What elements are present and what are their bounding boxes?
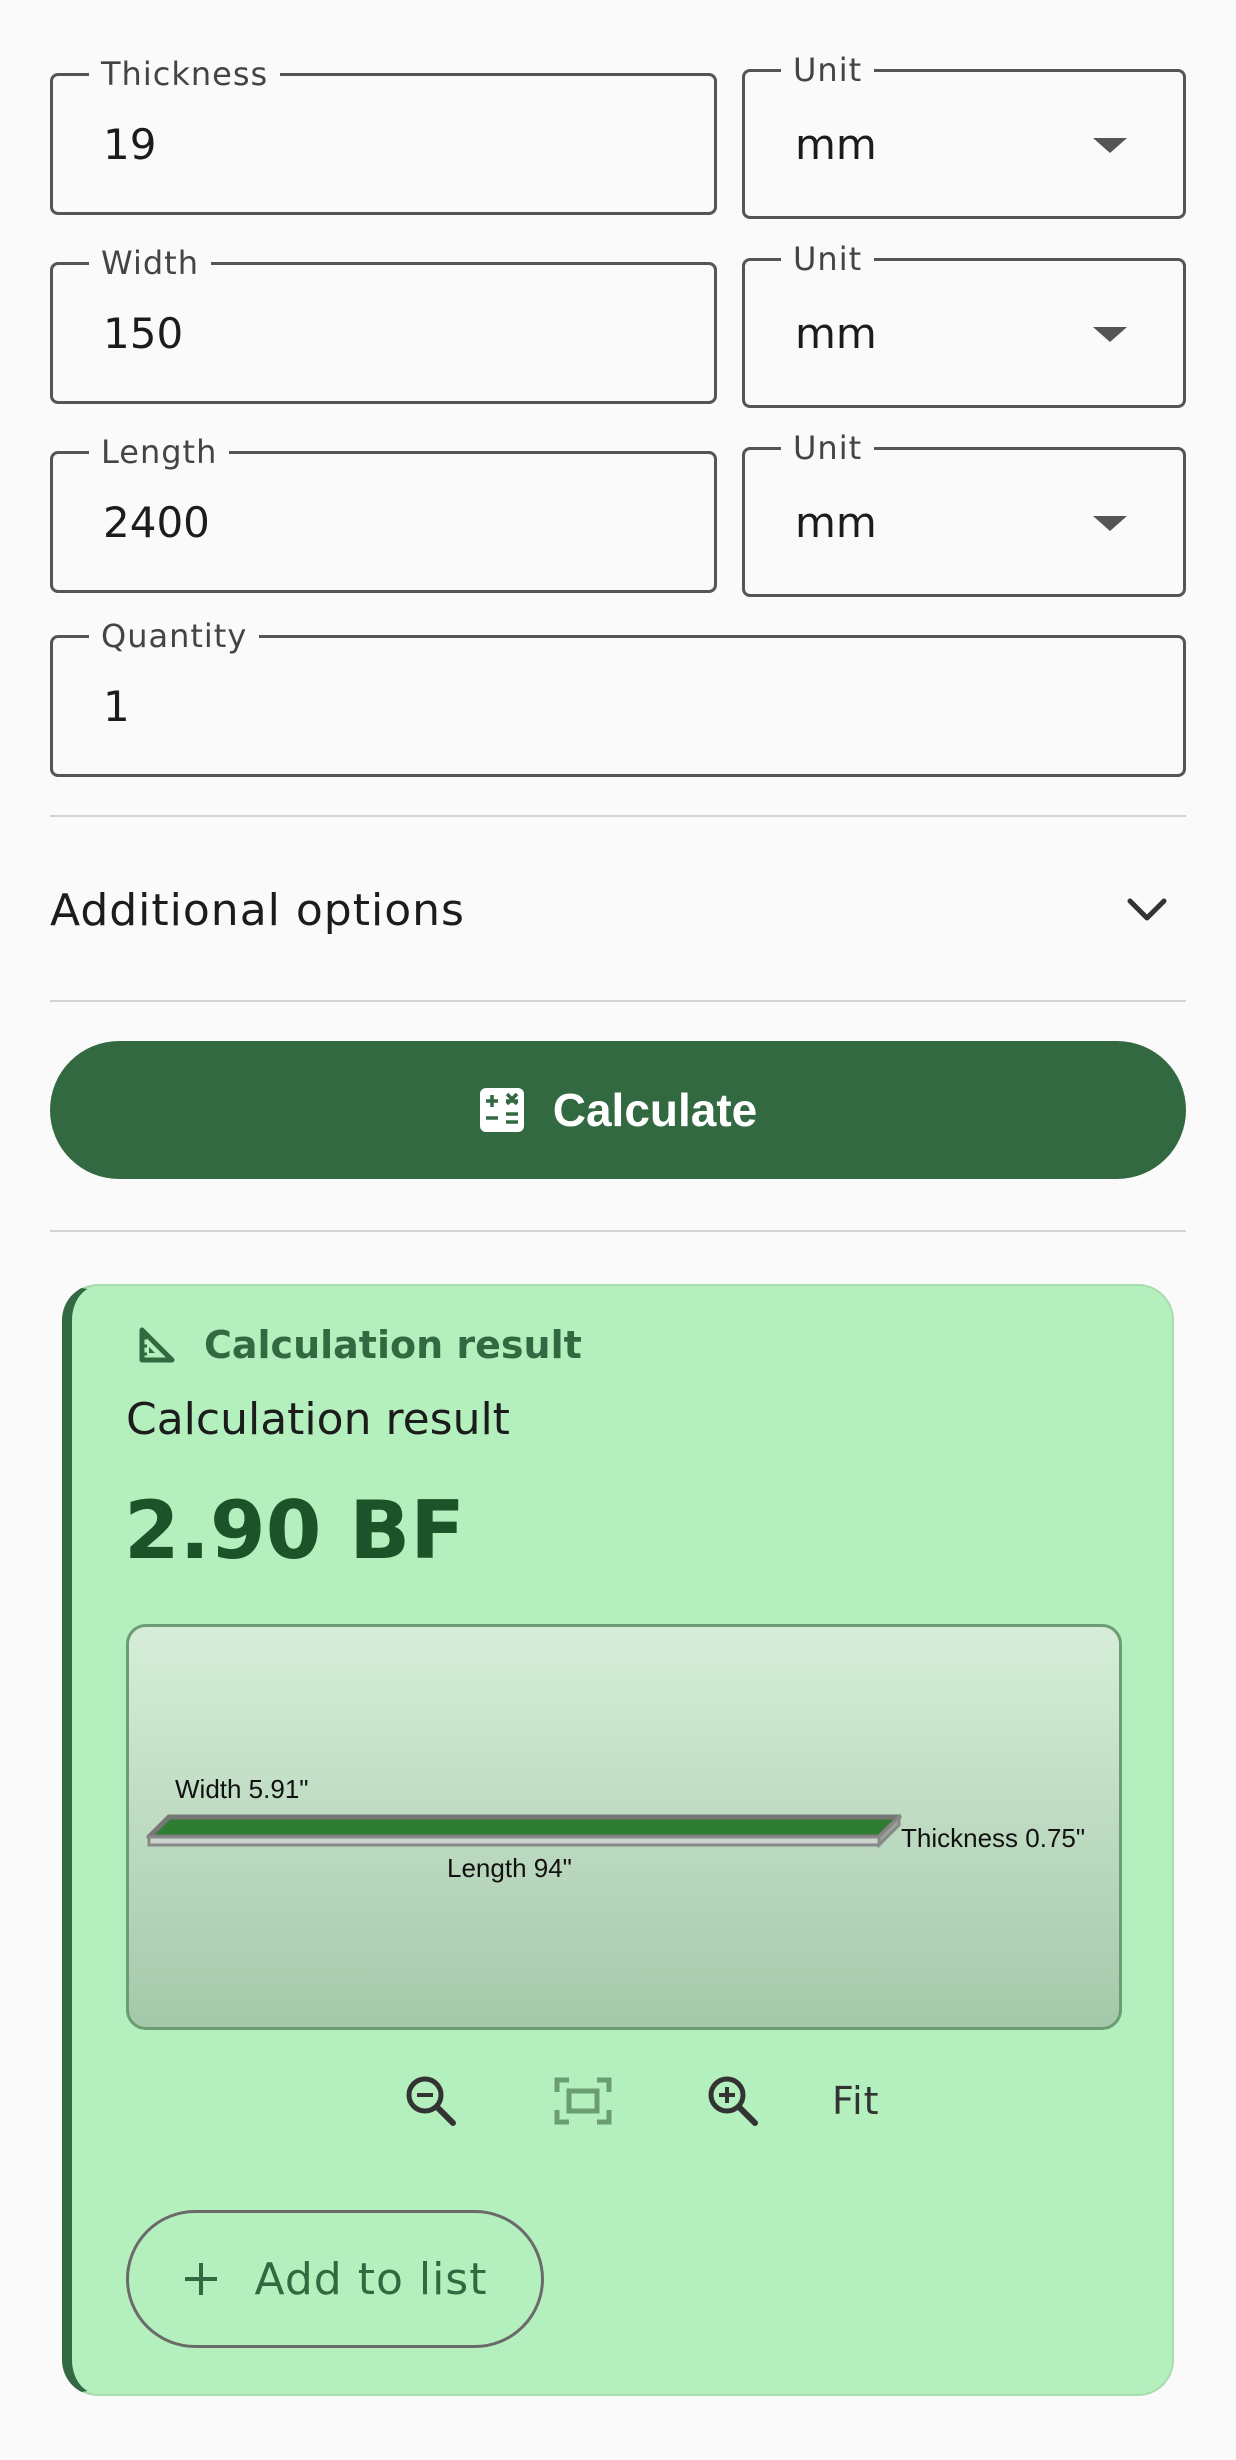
- thickness-value: 19: [103, 119, 157, 169]
- board-front-face: [147, 1835, 881, 1847]
- additional-options-toggle[interactable]: Additional options: [50, 860, 1186, 960]
- dropdown-arrow-icon: [1093, 138, 1127, 153]
- dropdown-arrow-icon: [1093, 327, 1127, 342]
- dropdown-arrow-icon: [1093, 516, 1127, 531]
- result-card-title: Calculation result: [204, 1323, 582, 1367]
- quantity-field[interactable]: Quantity 1: [50, 618, 1186, 777]
- zoom-out-icon: [403, 2073, 459, 2129]
- width-dimension-label: Width 5.91": [175, 1774, 309, 1804]
- length-value: 2400: [103, 497, 210, 547]
- fit-button[interactable]: Fit: [832, 2066, 880, 2136]
- zoom-controls: Fit: [72, 2066, 1172, 2136]
- calculate-button[interactable]: Calculate: [50, 1041, 1186, 1179]
- plus-icon: [183, 2261, 219, 2297]
- length-unit-select[interactable]: Unit mm: [742, 430, 1186, 597]
- result-value: 2.90 BF: [124, 1484, 465, 1577]
- length-dimension-label: Length 94": [447, 1853, 572, 1883]
- divider: [50, 815, 1186, 817]
- zoom-in-icon: [705, 2073, 761, 2129]
- board-3d-viewer[interactable]: Width 5.91" Length 94" Thickness 0.75": [126, 1624, 1122, 2030]
- additional-options-label: Additional options: [50, 884, 465, 936]
- chevron-down-icon: [1126, 896, 1168, 924]
- zoom-out-button[interactable]: [396, 2066, 466, 2136]
- divider: [50, 1230, 1186, 1232]
- fit-frame-icon: [553, 2076, 613, 2126]
- set-square-icon: [138, 1326, 176, 1364]
- board-diagram: Width 5.91" Length 94" Thickness 0.75": [146, 1774, 1085, 1883]
- fit-frame-button[interactable]: [548, 2066, 618, 2136]
- calculate-label: Calculate: [552, 1084, 758, 1136]
- zoom-in-button[interactable]: [698, 2066, 768, 2136]
- width-unit-select[interactable]: Unit mm: [742, 241, 1186, 408]
- thickness-field[interactable]: Thickness 19: [50, 56, 717, 215]
- length-unit-value: mm: [795, 497, 877, 547]
- result-card-header: Calculation result: [138, 1310, 582, 1380]
- divider: [50, 1000, 1186, 1002]
- width-unit-value: mm: [795, 308, 877, 358]
- result-subtitle: Calculation result: [126, 1394, 510, 1445]
- length-field[interactable]: Length 2400: [50, 434, 717, 593]
- calculator-icon: [479, 1087, 525, 1133]
- board-top-face: [146, 1814, 902, 1840]
- thickness-dimension-label: Thickness 0.75": [901, 1823, 1085, 1853]
- result-card: Calculation result Calculation result 2.…: [62, 1284, 1174, 2396]
- add-to-list-label: Add to list: [254, 2253, 488, 2305]
- width-value: 150: [103, 308, 184, 358]
- width-field[interactable]: Width 150: [50, 245, 717, 404]
- thickness-unit-select[interactable]: Unit mm: [742, 52, 1186, 219]
- add-to-list-button[interactable]: Add to list: [126, 2210, 544, 2348]
- quantity-value: 1: [103, 681, 130, 731]
- thickness-unit-value: mm: [795, 119, 877, 169]
